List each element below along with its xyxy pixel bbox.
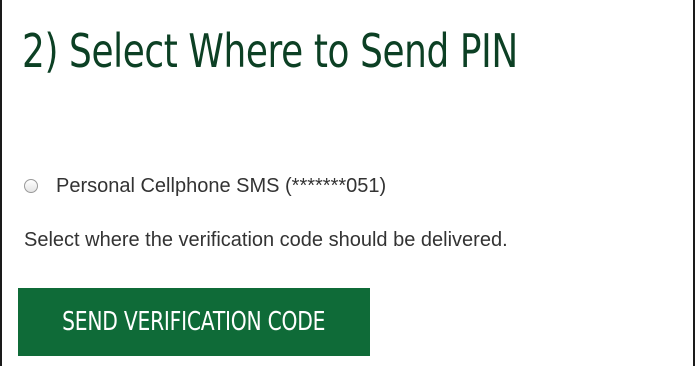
delivery-option-sms[interactable]: Personal Cellphone SMS (*******051): [24, 168, 386, 204]
send-button-label: SEND VERIFICATION CODE: [62, 307, 326, 337]
page-title: 2) Select Where to Send PIN: [22, 24, 518, 78]
verification-panel: 2) Select Where to Send PIN Personal Cel…: [0, 0, 695, 366]
delivery-option-label: Personal Cellphone SMS (*******051): [56, 174, 387, 197]
sms-radio-button[interactable]: [24, 179, 38, 193]
delivery-help-text: Select where the verification code shoul…: [24, 229, 508, 251]
send-verification-code-button[interactable]: SEND VERIFICATION CODE: [18, 288, 370, 356]
